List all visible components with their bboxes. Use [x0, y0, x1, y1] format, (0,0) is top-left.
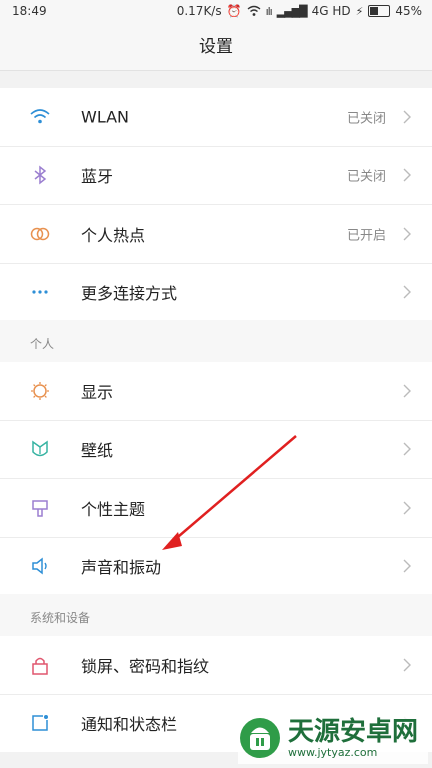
charging-icon: ⚡ — [355, 4, 364, 18]
connectivity-group: WLAN 已关闭 蓝牙 已关闭 个人热点 已开启 更多连接方式 — [0, 88, 432, 321]
battery-fill — [370, 7, 379, 15]
settings-item-hotspot[interactable]: 个人热点 已开启 — [0, 205, 432, 264]
bluetooth-icon — [34, 165, 47, 185]
chevron-right-icon — [403, 168, 411, 182]
watermark-url: www.jytyaz.com — [288, 745, 378, 759]
settings-item-label: 蓝牙 — [81, 167, 114, 187]
signal-icon: ▂▄▆█ — [276, 4, 308, 18]
personal-group: 显示 壁纸 个性主题 声音和振动 — [0, 362, 432, 595]
title-bar: 设置 — [0, 24, 432, 71]
settings-item-label: 声音和振动 — [81, 558, 162, 578]
settings-item-sound[interactable]: 声音和振动 — [0, 538, 432, 596]
settings-item-display[interactable]: 显示 — [0, 362, 432, 421]
settings-item-label: 通知和状态栏 — [81, 715, 178, 735]
settings-item-label: 壁纸 — [81, 441, 114, 461]
lock-icon — [32, 657, 48, 675]
page-title: 设置 — [199, 37, 233, 57]
settings-item-wallpaper[interactable]: 壁纸 — [0, 421, 432, 479]
wifi-status-icon — [247, 5, 261, 16]
settings-item-wlan[interactable]: WLAN 已关闭 — [0, 88, 432, 147]
chevron-right-icon — [403, 559, 411, 573]
wifi-icon — [30, 108, 50, 124]
settings-item-label: 个人热点 — [81, 225, 146, 245]
hotspot-icon — [30, 227, 50, 240]
settings-item-label: 显示 — [81, 382, 114, 402]
theme-icon — [32, 500, 48, 517]
settings-item-more-connections[interactable]: 更多连接方式 — [0, 264, 432, 322]
chevron-right-icon — [403, 384, 411, 398]
chevron-right-icon — [403, 285, 411, 299]
more-icon — [32, 290, 48, 294]
net-speed: 0.17K/s — [176, 4, 222, 18]
battery-percent: 45% — [395, 4, 422, 18]
sound-icon — [32, 557, 47, 575]
network-type: 4G HD — [311, 4, 351, 18]
status-bar: 18:49 0.17K/s ⏰ ılı ▂▄▆█ 4G HD ⚡ 45% — [0, 0, 432, 24]
settings-item-theme[interactable]: 个性主题 — [0, 479, 432, 538]
settings-item-bluetooth[interactable]: 蓝牙 已关闭 — [0, 147, 432, 205]
watermark-name: 天源安卓网 — [288, 716, 419, 747]
watermark-logo: 天源安卓网 www.jytyaz.com — [238, 712, 428, 764]
settings-item-value: 已关闭 — [346, 111, 386, 127]
wallpaper-icon — [32, 440, 48, 457]
notification-icon — [32, 715, 48, 731]
display-icon — [31, 381, 49, 400]
settings-item-value: 已开启 — [346, 228, 386, 244]
chevron-right-icon — [403, 110, 411, 124]
settings-item-label: 个性主题 — [81, 499, 146, 519]
chevron-right-icon — [403, 501, 411, 515]
settings-item-label: 锁屏、密码和指纹 — [81, 656, 210, 676]
section-header-personal: 个人 — [0, 320, 432, 362]
android-logo-icon — [240, 718, 280, 758]
chevron-right-icon — [403, 442, 411, 456]
section-header-system: 系统和设备 — [0, 594, 432, 636]
status-time: 18:49 — [12, 4, 47, 18]
settings-item-value: 已关闭 — [346, 169, 386, 185]
battery-icon — [368, 5, 391, 17]
settings-item-label: WLAN — [81, 107, 130, 127]
chevron-right-icon — [403, 658, 411, 672]
chevron-right-icon — [403, 227, 411, 241]
alarm-icon: ⏰ — [226, 4, 242, 18]
signal-empty-icon: ılı — [265, 4, 273, 18]
settings-item-lock[interactable]: 锁屏、密码和指纹 — [0, 636, 432, 695]
status-right: 0.17K/s ⏰ ılı ▂▄▆█ 4G HD ⚡ 45% — [177, 4, 422, 18]
settings-item-label: 更多连接方式 — [81, 284, 178, 304]
